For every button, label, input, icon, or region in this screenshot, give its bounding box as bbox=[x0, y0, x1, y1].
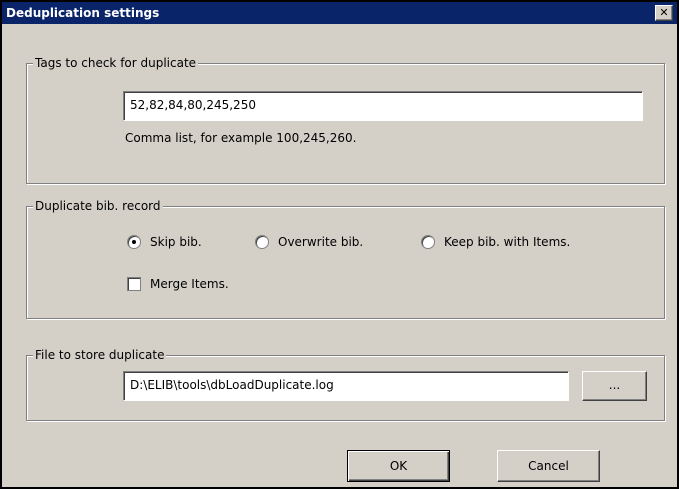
keep-bib-radio[interactable]: Keep bib. with Items. bbox=[421, 235, 570, 249]
overwrite-bib-radio-circle[interactable] bbox=[255, 235, 269, 249]
skip-bib-radio-circle[interactable] bbox=[127, 235, 141, 249]
merge-items-label: Merge Items. bbox=[150, 277, 229, 291]
merge-items-checkbox[interactable]: Merge Items. bbox=[127, 277, 229, 291]
tags-group: Tags to check for duplicate bbox=[26, 56, 665, 184]
merge-items-box[interactable] bbox=[127, 277, 141, 291]
close-icon: ✕ bbox=[659, 6, 669, 19]
keep-bib-radio-circle[interactable] bbox=[421, 235, 435, 249]
overwrite-bib-radio[interactable]: Overwrite bib. bbox=[255, 235, 363, 249]
ok-button-label: OK bbox=[389, 459, 408, 473]
ok-button[interactable]: OK bbox=[347, 450, 450, 482]
skip-bib-radio[interactable]: Skip bib. bbox=[127, 235, 202, 249]
cancel-button-label: Cancel bbox=[528, 459, 569, 473]
tags-group-label: Tags to check for duplicate bbox=[33, 56, 199, 70]
cancel-button[interactable]: Cancel bbox=[497, 450, 600, 482]
keep-bib-label: Keep bib. with Items. bbox=[444, 235, 571, 249]
browse-button-label: ... bbox=[608, 378, 621, 392]
bib-group: Duplicate bib. record bbox=[26, 199, 665, 319]
close-button[interactable]: ✕ bbox=[655, 5, 673, 21]
dialog-title: Deduplication settings bbox=[6, 6, 160, 20]
title-bar[interactable]: Deduplication settings ✕ bbox=[2, 2, 677, 24]
file-path-input[interactable]: D:\ELIB\tools\dbLoadDuplicate.log bbox=[123, 371, 569, 401]
tags-input[interactable]: 52,82,84,80,245,250 bbox=[123, 91, 643, 121]
bib-group-label: Duplicate bib. record bbox=[33, 199, 163, 213]
overwrite-bib-label: Overwrite bib. bbox=[278, 235, 364, 249]
file-group-label: File to store duplicate bbox=[33, 348, 167, 362]
tags-hint: Comma list, for example 100,245,260. bbox=[125, 131, 357, 145]
skip-bib-label: Skip bib. bbox=[150, 235, 202, 249]
browse-button[interactable]: ... bbox=[582, 371, 647, 401]
dedup-dialog: Deduplication settings ✕ Tags to check f… bbox=[0, 0, 679, 489]
